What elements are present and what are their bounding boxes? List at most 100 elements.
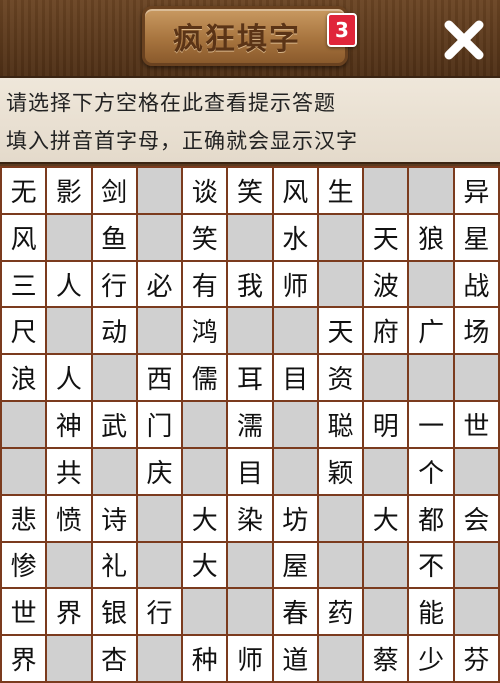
grid-cell[interactable]: 波 bbox=[364, 261, 408, 307]
grid-cell[interactable]: 门 bbox=[137, 402, 182, 447]
grid-cell[interactable]: 狼 bbox=[409, 214, 453, 260]
grid-cell[interactable]: 少 bbox=[409, 636, 453, 681]
grid-cell[interactable]: 必 bbox=[137, 261, 182, 307]
grid-cell[interactable]: 大 bbox=[364, 495, 408, 541]
grid-cell[interactable]: 星 bbox=[454, 214, 498, 260]
grid-cell-empty[interactable] bbox=[92, 355, 136, 401]
grid-cell-empty[interactable] bbox=[454, 355, 498, 401]
grid-cell[interactable]: 师 bbox=[228, 636, 272, 681]
grid-cell[interactable]: 影 bbox=[47, 168, 91, 213]
grid-cell[interactable]: 异 bbox=[454, 168, 498, 213]
grid-cell[interactable]: 浪 bbox=[2, 355, 46, 401]
grid-cell-empty[interactable] bbox=[183, 402, 227, 447]
grid-cell-empty[interactable] bbox=[318, 542, 363, 588]
grid-cell[interactable]: 都 bbox=[409, 495, 453, 541]
grid-cell-empty[interactable] bbox=[137, 168, 182, 213]
grid-cell-empty[interactable] bbox=[47, 214, 91, 260]
grid-cell[interactable]: 府 bbox=[364, 308, 408, 354]
grid-cell[interactable]: 惨 bbox=[2, 542, 46, 588]
grid-cell[interactable]: 天 bbox=[318, 308, 363, 354]
grid-cell[interactable]: 笑 bbox=[183, 214, 227, 260]
grid-cell-empty[interactable] bbox=[409, 261, 453, 307]
grid-cell-empty[interactable] bbox=[273, 402, 317, 447]
close-button[interactable] bbox=[438, 14, 490, 66]
grid-cell-empty[interactable] bbox=[364, 448, 408, 494]
grid-cell[interactable]: 风 bbox=[273, 168, 317, 213]
grid-cell[interactable]: 愤 bbox=[47, 495, 91, 541]
grid-cell[interactable]: 目 bbox=[228, 448, 272, 494]
grid-cell[interactable]: 天 bbox=[364, 214, 408, 260]
grid-cell[interactable]: 西 bbox=[137, 355, 182, 401]
grid-cell[interactable]: 笑 bbox=[228, 168, 272, 213]
grid-cell-empty[interactable] bbox=[318, 495, 363, 541]
grid-cell[interactable]: 濡 bbox=[228, 402, 272, 447]
grid-cell-empty[interactable] bbox=[228, 214, 272, 260]
grid-cell-empty[interactable] bbox=[318, 636, 363, 681]
grid-cell[interactable]: 世 bbox=[454, 402, 498, 447]
grid-cell-empty[interactable] bbox=[454, 448, 498, 494]
grid-cell[interactable]: 界 bbox=[2, 636, 46, 681]
grid-cell[interactable]: 有 bbox=[183, 261, 227, 307]
grid-cell-empty[interactable] bbox=[273, 308, 317, 354]
grid-cell[interactable]: 大 bbox=[183, 542, 227, 588]
grid-cell[interactable]: 会 bbox=[454, 495, 498, 541]
grid-cell-empty[interactable] bbox=[409, 168, 453, 213]
grid-cell-empty[interactable] bbox=[364, 355, 408, 401]
grid-cell[interactable]: 明 bbox=[364, 402, 408, 447]
grid-cell[interactable]: 水 bbox=[273, 214, 317, 260]
grid-cell-empty[interactable] bbox=[47, 636, 91, 681]
grid-cell-empty[interactable] bbox=[318, 261, 363, 307]
grid-cell[interactable]: 能 bbox=[409, 589, 453, 635]
grid-cell[interactable]: 无 bbox=[2, 168, 46, 213]
grid-cell[interactable]: 一 bbox=[409, 402, 453, 447]
grid-cell[interactable]: 银 bbox=[92, 589, 136, 635]
grid-cell-empty[interactable] bbox=[318, 214, 363, 260]
grid-cell[interactable]: 我 bbox=[228, 261, 272, 307]
grid-cell[interactable]: 三 bbox=[2, 261, 46, 307]
grid-cell[interactable]: 蔡 bbox=[364, 636, 408, 681]
grid-cell[interactable]: 场 bbox=[454, 308, 498, 354]
grid-cell[interactable]: 行 bbox=[137, 589, 182, 635]
grid-cell[interactable]: 生 bbox=[318, 168, 363, 213]
grid-cell-empty[interactable] bbox=[364, 589, 408, 635]
grid-cell[interactable]: 儒 bbox=[183, 355, 227, 401]
grid-cell[interactable]: 战 bbox=[454, 261, 498, 307]
grid-cell-empty[interactable] bbox=[364, 542, 408, 588]
grid-cell-empty[interactable] bbox=[47, 542, 91, 588]
grid-cell[interactable]: 广 bbox=[409, 308, 453, 354]
grid-cell[interactable]: 药 bbox=[318, 589, 363, 635]
grid-cell[interactable]: 尺 bbox=[2, 308, 46, 354]
grid-cell-empty[interactable] bbox=[454, 542, 498, 588]
grid-cell[interactable]: 资 bbox=[318, 355, 363, 401]
grid-cell-empty[interactable] bbox=[364, 168, 408, 213]
grid-cell[interactable]: 武 bbox=[92, 402, 136, 447]
grid-cell[interactable]: 鱼 bbox=[92, 214, 136, 260]
grid-cell[interactable]: 悲 bbox=[2, 495, 46, 541]
grid-cell-empty[interactable] bbox=[2, 448, 46, 494]
grid-cell-empty[interactable] bbox=[228, 542, 272, 588]
grid-cell[interactable]: 道 bbox=[273, 636, 317, 681]
grid-cell-empty[interactable] bbox=[183, 448, 227, 494]
grid-cell-empty[interactable] bbox=[183, 589, 227, 635]
grid-cell-empty[interactable] bbox=[2, 402, 46, 447]
grid-cell-empty[interactable] bbox=[137, 214, 182, 260]
grid-cell-empty[interactable] bbox=[137, 308, 182, 354]
grid-cell[interactable]: 行 bbox=[92, 261, 136, 307]
grid-cell[interactable]: 大 bbox=[183, 495, 227, 541]
grid-cell[interactable]: 芬 bbox=[454, 636, 498, 681]
grid-cell[interactable]: 不 bbox=[409, 542, 453, 588]
grid-cell[interactable]: 诗 bbox=[92, 495, 136, 541]
grid-cell[interactable]: 杏 bbox=[92, 636, 136, 681]
grid-cell[interactable]: 耳 bbox=[228, 355, 272, 401]
grid-cell[interactable]: 神 bbox=[47, 402, 91, 447]
grid-cell-empty[interactable] bbox=[273, 448, 317, 494]
grid-cell[interactable]: 世 bbox=[2, 589, 46, 635]
grid-cell[interactable]: 礼 bbox=[92, 542, 136, 588]
grid-cell-empty[interactable] bbox=[409, 355, 453, 401]
grid-cell[interactable]: 人 bbox=[47, 261, 91, 307]
grid-cell-empty[interactable] bbox=[137, 495, 182, 541]
grid-cell[interactable]: 界 bbox=[47, 589, 91, 635]
grid-cell[interactable]: 春 bbox=[273, 589, 317, 635]
grid-cell-empty[interactable] bbox=[137, 636, 182, 681]
grid-cell-empty[interactable] bbox=[228, 308, 272, 354]
